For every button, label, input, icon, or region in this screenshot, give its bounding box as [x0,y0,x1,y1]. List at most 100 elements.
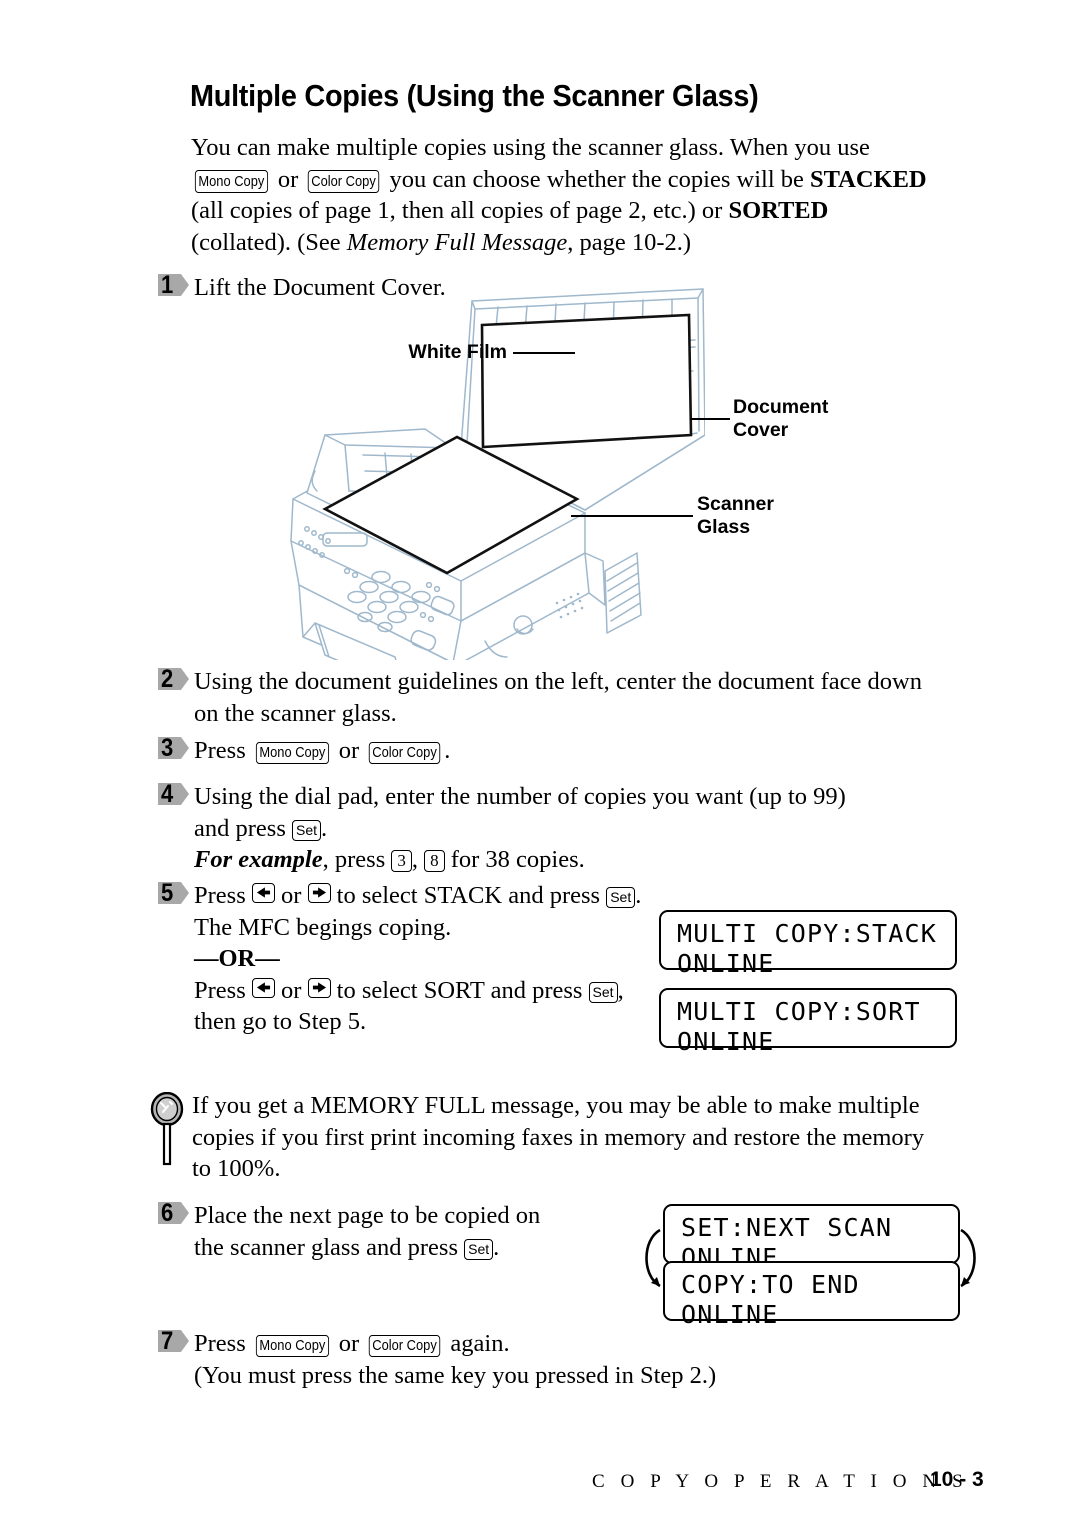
step-number: 4 [161,780,174,808]
select-sort-text: to select SORT and press [336,976,583,1004]
period: . [444,737,451,764]
step-number: 6 [161,1199,174,1227]
document-cover-leader [690,418,730,420]
lcd-line-2: ONLINE [677,1027,775,1056]
note-block: If you get a MEMORY FULL message, you ma… [148,1090,1008,1185]
step-number: 7 [161,1327,174,1355]
note-line-1: If you get a MEMORY FULL message, you ma… [192,1092,920,1119]
set-key[interactable]: Set [588,981,618,1003]
comma: , [411,846,418,873]
left-arrow-key[interactable] [251,977,275,998]
digit-3-key[interactable]: 3 [391,850,412,872]
scanner-glass-press-text: the scanner glass and press [194,1233,458,1261]
intro-or-1: or [277,165,299,193]
lcd-line-1: COPY:TO END [681,1270,860,1299]
step-6-line-1: Place the next page to be copied on [194,1202,541,1229]
left-arrow-key[interactable] [251,883,275,903]
white-film-leader [513,352,575,354]
lcd-line-2: ONLINE [677,949,775,978]
footer-page-number: 10 - 3 [930,1468,984,1491]
step-marker-5: 5 [158,879,192,907]
lcd-display-sort: MULTI COPY:SORT ONLINE [659,988,957,1056]
step-6: 6 Place the next page to be copied on th… [158,1199,628,1264]
step-6-line-2: the scanner glass and press Set. [194,1232,628,1264]
select-stack-text: to select STACK and press [336,882,601,909]
period: . [493,1233,500,1261]
step-5-then-line: then go to Step 5. [194,1008,367,1035]
step-4-line-3: For example, press 3, 8 for 38 copies. [194,844,1008,876]
note-line-3: to 100%. [192,1155,281,1182]
intro-line-4b: , page 10-2.) [567,228,692,256]
step-5: 5 Press or to select STACK and press Set… [158,879,678,1038]
set-key[interactable]: Set [464,1238,494,1260]
again-word: again. [450,1330,510,1357]
intro-line-1: You can make multiple copies using the s… [191,134,870,161]
lcd-line-1: MULTI COPY:STACK [677,919,938,948]
intro-paragraph: You can make multiple copies using the s… [191,132,1001,258]
lcd-display-stack: MULTI COPY:STACK ONLINE [659,910,957,978]
memory-full-reference: Memory Full Message [346,228,568,256]
period: . [321,814,328,842]
step-4-line-1: Using the dial pad, enter the number of … [194,783,846,810]
step-marker-7: 7 [158,1327,192,1355]
right-arrow-key[interactable] [307,883,331,903]
lcd-display-next-scan: SET:NEXT SCAN ONLINE [663,1204,960,1272]
set-key[interactable]: Set [291,819,321,841]
press-text: , press [322,846,386,873]
press-word: Press [194,737,246,764]
scanner-glass-label: Scanner Glass [697,493,774,538]
digit-8-key[interactable]: 8 [424,850,445,872]
lcd-line-1: SET:NEXT SCAN [681,1213,893,1242]
press-word: Press [194,976,246,1004]
step-5-line-sort: Press or to select SORT and press Set, [194,975,678,1007]
or-word: or [280,976,302,1004]
step-4-line-2: and press Set. [194,813,1008,845]
document-cover-label: Document Cover [733,396,829,441]
note-line-2: copies if you first print incoming faxes… [192,1123,925,1151]
color-copy-key[interactable]: Color Copy [369,741,441,764]
mono-copy-key[interactable]: Mono Copy [194,170,268,193]
mono-copy-key[interactable]: Mono Copy [255,1334,329,1357]
white-film-area [480,313,693,449]
step-4: 4 Using the dial pad, enter the number o… [158,780,1008,876]
for-example-label: For example [194,846,323,873]
color-copy-key[interactable]: Color Copy [369,1334,441,1357]
step-7: 7 Press Mono Copy or Color Copy again. (… [158,1327,878,1391]
step-2-line-1: Using the document guidelines on the lef… [194,668,922,695]
and-press-text: and press [194,814,286,842]
scanner-glass-leader [571,515,693,517]
step-7-line-1: Press Mono Copy or Color Copy again. [194,1328,878,1360]
lcd-line-1: MULTI COPY:SORT [677,997,921,1026]
step-3: 3 Press Mono Copy or Color Copy. [158,734,658,767]
step-number: 2 [161,665,174,693]
manual-page: Multiple Copies (Using the Scanner Glass… [0,0,1080,1529]
or-divider: —OR— [194,945,280,972]
sorted-term: SORTED [728,197,829,224]
or-word: or [338,737,360,764]
step-number: 5 [161,879,174,907]
set-key[interactable]: Set [606,887,636,908]
step-number: 3 [161,734,174,762]
step-3-text: Press Mono Copy or Color Copy. [194,735,658,767]
intro-line-4a: (collated). (See [191,228,341,256]
comma: , [617,976,624,1004]
press-word: Press [194,882,246,909]
step-marker-2: 2 [158,665,192,693]
step-marker-1: 1 [158,271,192,299]
step-2-line-2: on the scanner glass. [194,699,397,727]
step-marker-4: 4 [158,780,192,808]
step-5-line-1: Press or to select STACK and press Set. [194,880,678,912]
lcd-cycle-arrow-right [955,1228,989,1295]
stacked-term: STACKED [810,165,927,193]
step-2: 2 Using the document guidelines on the l… [158,665,1008,729]
lcd-cycle-arrow-left [634,1228,668,1295]
page-title: Multiple Copies (Using the Scanner Glass… [190,78,759,113]
mono-copy-key[interactable]: Mono Copy [255,741,329,764]
color-copy-key[interactable]: Color Copy [308,170,380,193]
intro-line-3: (all copies of page 1, then all copies o… [191,197,723,224]
step-marker-3: 3 [158,734,192,762]
step-7-line-2: (You must press the same key you pressed… [194,1361,717,1389]
or-word: or [280,882,302,909]
right-arrow-key[interactable] [307,977,331,998]
lcd-display-copy-to-end: COPY:TO END ONLINE [663,1261,960,1329]
